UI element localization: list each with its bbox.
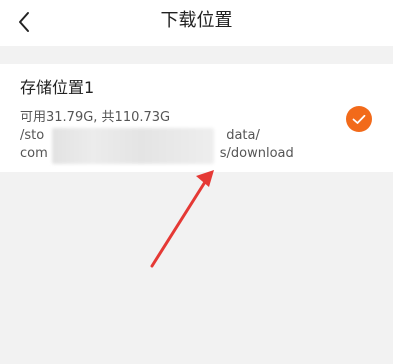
storage-capacity: 可用31.79G, 共110.73G (20, 110, 171, 125)
selected-check-button[interactable] (346, 106, 372, 132)
storage-name: 存储位置1 (20, 78, 95, 97)
path-line-2-start: com (20, 146, 48, 161)
page-title: 下载位置 (160, 10, 233, 31)
path-line-1-end: data/ (226, 128, 260, 143)
path-line-1-start: /sto (20, 128, 45, 143)
top-bar: 下载位置 (0, 0, 393, 46)
redacted-path-blur (52, 128, 214, 164)
section-divider (0, 46, 393, 64)
check-icon (352, 114, 366, 124)
storage-location-item[interactable]: 存储位置1 可用31.79G, 共110.73G /sto data/ com s/… (0, 64, 393, 172)
path-line-2-end: s/download (219, 146, 294, 161)
